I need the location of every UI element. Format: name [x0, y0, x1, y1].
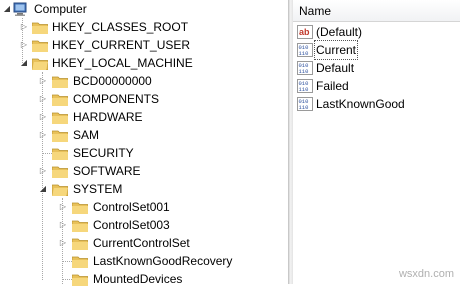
binary-value-icon: 010 110: [297, 61, 313, 75]
binary-value-icon: 010 110: [297, 79, 313, 93]
tree-label: MountedDevices: [93, 272, 183, 286]
folder-icon: [32, 58, 48, 70]
tree-label: HARDWARE: [73, 110, 143, 124]
folder-icon: [52, 112, 68, 124]
tree-label: HKEY_LOCAL_MACHINE: [52, 56, 193, 70]
svg-text:ab: ab: [299, 27, 310, 37]
tree-label: SAM: [73, 128, 100, 142]
folder-icon: [72, 256, 88, 268]
folder-icon: [72, 202, 88, 214]
tree-label: CurrentControlSet: [93, 236, 190, 250]
tree-label: BCD00000000: [73, 74, 152, 88]
folder-icon: [72, 274, 88, 286]
expand-icon[interactable]: ▷: [38, 162, 48, 180]
column-header-label: Name: [299, 4, 332, 18]
registry-tree[interactable]: ◢ Computer ▷ HKEY_CLASSES_ROOT ▷ HKEY_CU…: [0, 0, 288, 286]
value-name: Default: [316, 61, 355, 75]
tree-label: SECURITY: [73, 146, 134, 160]
tree-label: LastKnownGoodRecovery: [93, 254, 233, 268]
string-value-icon: ab: [297, 25, 313, 39]
collapse-icon[interactable]: ◢: [38, 180, 48, 198]
values-list[interactable]: Name ab (Default) 010 110 Current 010 11…: [293, 0, 460, 284]
tree-label: SOFTWARE: [73, 164, 141, 178]
tree-label: Computer: [34, 2, 87, 16]
svg-text:110: 110: [299, 68, 309, 75]
value-name: Failed: [316, 79, 349, 93]
expand-icon[interactable]: ▷: [38, 108, 48, 126]
binary-value-icon: 010 110: [297, 43, 313, 57]
collapse-icon[interactable]: ◢: [19, 54, 29, 72]
folder-icon: [52, 94, 68, 106]
svg-text:110: 110: [299, 50, 309, 57]
expand-icon[interactable]: ▷: [58, 216, 68, 234]
folder-icon: [52, 148, 68, 160]
folder-icon: [52, 184, 68, 196]
binary-value-icon: 010 110: [297, 97, 313, 111]
tree-label: ControlSet001: [93, 200, 170, 214]
tree-label: COMPONENTS: [73, 92, 160, 106]
folder-icon: [52, 76, 68, 88]
value-name: Current: [313, 40, 359, 60]
expand-icon[interactable]: ▷: [58, 234, 68, 252]
expand-icon[interactable]: ▷: [19, 36, 29, 54]
svg-text:110: 110: [299, 86, 309, 93]
tree-label: SYSTEM: [73, 182, 123, 196]
computer-icon: [13, 2, 27, 16]
expand-icon[interactable]: ▷: [38, 90, 48, 108]
tree-label: HKEY_CURRENT_USER: [52, 38, 191, 52]
column-header-name[interactable]: Name: [293, 0, 460, 22]
folder-icon: [32, 22, 48, 34]
value-name: (Default): [316, 25, 363, 39]
folder-icon: [52, 130, 68, 142]
svg-text:110: 110: [299, 104, 309, 111]
expand-icon[interactable]: ▷: [38, 72, 48, 90]
collapse-icon[interactable]: ◢: [2, 0, 12, 18]
expand-icon[interactable]: ▷: [38, 126, 48, 144]
expand-icon[interactable]: ▷: [19, 18, 29, 36]
tree-label: HKEY_CLASSES_ROOT: [52, 20, 189, 34]
expand-icon[interactable]: ▷: [58, 198, 68, 216]
folder-icon: [32, 40, 48, 52]
value-name: LastKnownGood: [316, 97, 405, 111]
tree-label: ControlSet003: [93, 218, 170, 232]
watermark: wsxdn.com: [398, 268, 454, 280]
folder-icon: [72, 238, 88, 250]
folder-icon: [72, 220, 88, 232]
folder-icon: [52, 166, 68, 178]
